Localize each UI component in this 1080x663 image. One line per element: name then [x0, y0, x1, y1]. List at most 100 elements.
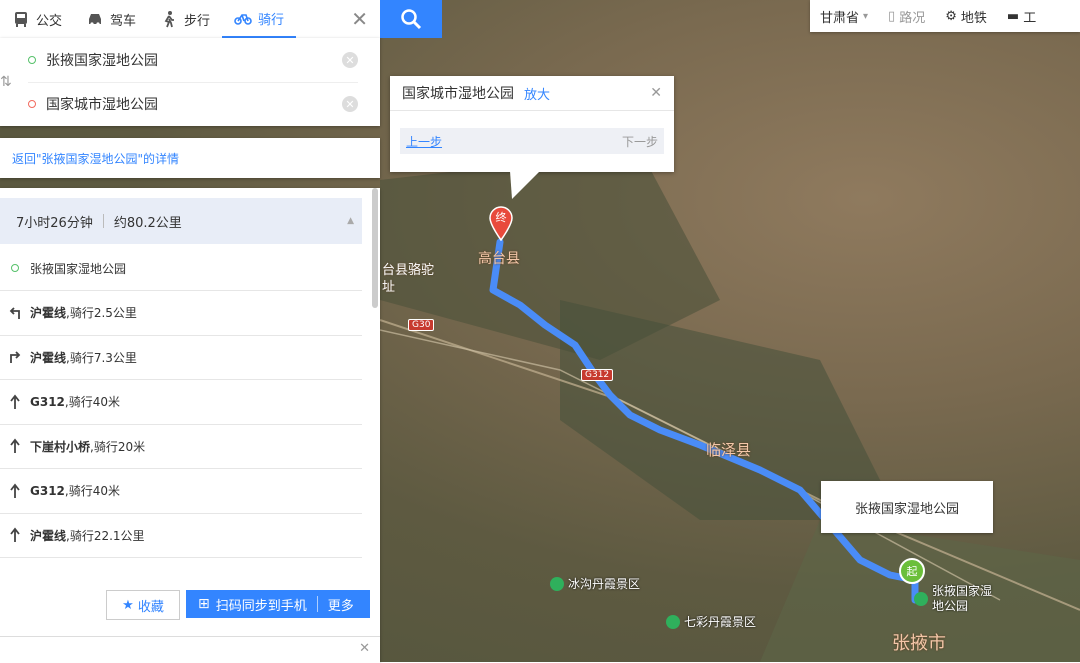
qr-icon: ⊞: [198, 596, 210, 612]
route-step[interactable]: 沪霍线 ,骑行7.3公里: [0, 335, 362, 380]
poi-wetland-label: 张掖国家湿地公园: [932, 584, 993, 613]
map-toolbar: 甘肃省 ▾ ▯ 路况 ⚙ 地铁 ▬ 工: [810, 0, 1080, 32]
step-text: ,骑行2.5公里: [66, 306, 137, 320]
route-step[interactable]: G312 ,骑行40米: [0, 469, 362, 514]
map-label-zhangye: 张掖市: [892, 633, 946, 654]
step-text: ,骑行40米: [64, 395, 120, 409]
search-icon: [401, 9, 422, 30]
zoom-in-link[interactable]: 放大: [524, 84, 550, 103]
route-step[interactable]: 张掖国家湿地公园: [0, 246, 362, 291]
scenic-pin-icon: [666, 614, 680, 629]
tools-label: 工: [1023, 10, 1037, 26]
end-field[interactable]: 国家城市湿地公园 ✕: [28, 82, 358, 126]
traffic-label: 路况: [899, 10, 926, 26]
route-step[interactable]: 下崖村小桥 ,骑行20米: [0, 424, 362, 469]
chevron-down-icon: ▾: [863, 10, 869, 22]
start-info-label[interactable]: 张掖国家湿地公园: [821, 481, 993, 533]
popup-pointer: [510, 171, 540, 199]
collapse-icon[interactable]: ▲: [347, 216, 354, 226]
sync-label: 扫码同步到手机: [215, 598, 307, 614]
province-selector[interactable]: 甘肃省 ▾: [810, 7, 878, 26]
start-marker[interactable]: 起: [899, 558, 925, 584]
poi-wetland[interactable]: 张掖国家湿地公园: [914, 584, 992, 614]
route-popup: 国家城市湿地公园 放大 ✕ 上一步 下一步: [390, 76, 674, 199]
poi-qicai[interactable]: 七彩丹霞景区: [666, 613, 756, 630]
traffic-toggle[interactable]: ▯ 路况: [878, 7, 935, 26]
route-step[interactable]: 沪霍线 ,骑行2.5公里: [0, 291, 362, 336]
sync-to-phone-button[interactable]: ⊞ 扫码同步到手机 更多: [186, 590, 370, 618]
route-step[interactable]: G312 ,骑行40米: [0, 380, 362, 425]
car-icon: [89, 14, 102, 26]
route-step[interactable]: 沪霍线 ,骑行22.1公里: [0, 513, 362, 558]
step-text: ,骑行20米: [90, 439, 146, 454]
qr-banner: ✕: [0, 636, 380, 663]
back-to-details-link[interactable]: 返回"张掖国家湿地公园"的详情: [0, 138, 380, 178]
step-road: G312: [30, 394, 65, 409]
scrollbar[interactable]: [372, 188, 378, 308]
start-marker-label: 起: [906, 565, 918, 578]
walk-icon: [164, 11, 175, 28]
bike-icon: [234, 14, 252, 25]
star-icon: ★: [122, 597, 134, 613]
clear-icon[interactable]: ✕: [342, 52, 358, 68]
close-icon[interactable]: ✕: [351, 7, 368, 31]
tab-bike[interactable]: 骑行: [222, 0, 297, 38]
scenic-pin-icon: [550, 576, 564, 591]
end-marker[interactable]: 终: [488, 205, 514, 241]
close-icon[interactable]: ✕: [650, 85, 662, 101]
step-road: 沪霍线: [30, 350, 67, 365]
tab-bus-label: 公交: [36, 13, 63, 29]
road-shield-g30: G30: [408, 319, 435, 331]
divider: [102, 214, 104, 228]
tab-walk[interactable]: 步行: [148, 0, 222, 38]
straight-icon: [0, 527, 30, 543]
route-steps-panel: 7小时26分钟 约80.2公里 ▲ 张掖国家湿地公园 沪霍线 ,骑行2.5公里 沪霍线…: [0, 188, 380, 662]
favorite-button[interactable]: ★ 收藏: [106, 590, 180, 620]
travel-mode-tabs: 公交 驾车 步行 骑行 ✕: [0, 0, 380, 38]
end-field-value: 国家城市湿地公园: [46, 97, 158, 113]
clear-icon[interactable]: ✕: [342, 96, 358, 112]
turn-right-icon: [0, 350, 30, 364]
start-field[interactable]: 张掖国家湿地公园 ✕: [28, 38, 358, 83]
step-text: ,骑行7.3公里: [66, 350, 137, 365]
subway-label: 地铁: [960, 10, 987, 26]
map-label-zhi: 址: [382, 280, 396, 295]
end-marker-label: 终: [495, 211, 507, 224]
straight-icon: [0, 394, 30, 410]
tab-car-label: 驾车: [110, 13, 137, 29]
straight-icon: [0, 483, 30, 499]
more-button[interactable]: 更多: [328, 595, 354, 614]
straight-icon: [0, 438, 30, 454]
search-button[interactable]: [380, 0, 442, 38]
route-inputs: ⇅ 张掖国家湿地公园 ✕ 国家城市湿地公园 ✕: [0, 38, 380, 126]
step-text: ,骑行22.1公里: [66, 528, 145, 543]
tab-car[interactable]: 驾车: [74, 0, 148, 38]
start-field-value: 张掖国家湿地公园: [46, 53, 158, 69]
tab-bike-label: 骑行: [258, 12, 285, 28]
route-summary: 7小时26分钟 约80.2公里 ▲: [0, 198, 362, 244]
next-step-link[interactable]: 下一步: [622, 133, 658, 150]
step-road: 下崖村小桥: [30, 439, 91, 454]
divider: [316, 596, 318, 612]
scenic-pin-icon: [914, 592, 928, 606]
favorite-label: 收藏: [137, 599, 164, 615]
tools-button[interactable]: ▬ 工: [997, 7, 1046, 26]
map-label-linze: 临泽县: [706, 441, 752, 459]
step-road: 沪霍线: [30, 528, 67, 543]
prev-step-link[interactable]: 上一步: [406, 133, 442, 150]
poi-binggou[interactable]: 冰沟丹霞景区: [550, 575, 640, 592]
poi-binggou-label: 冰沟丹霞景区: [568, 577, 641, 591]
end-dot-icon: [28, 100, 36, 108]
swap-icon[interactable]: ⇅: [0, 74, 12, 90]
map-label-gaotai: 高台县: [478, 251, 520, 267]
subway-button[interactable]: ⚙ 地铁: [935, 7, 997, 26]
step-road: 沪霍线: [30, 306, 67, 320]
step-road: G312: [30, 483, 65, 498]
route-time: 7小时26分钟: [16, 215, 93, 231]
start-dot-icon: [0, 264, 30, 272]
tab-bus[interactable]: 公交: [0, 0, 74, 38]
poi-qicai-label: 七彩丹霞景区: [684, 615, 757, 629]
traffic-light-icon: ▯: [888, 8, 896, 24]
close-icon[interactable]: ✕: [359, 641, 370, 656]
step-text: ,骑行40米: [64, 484, 120, 498]
